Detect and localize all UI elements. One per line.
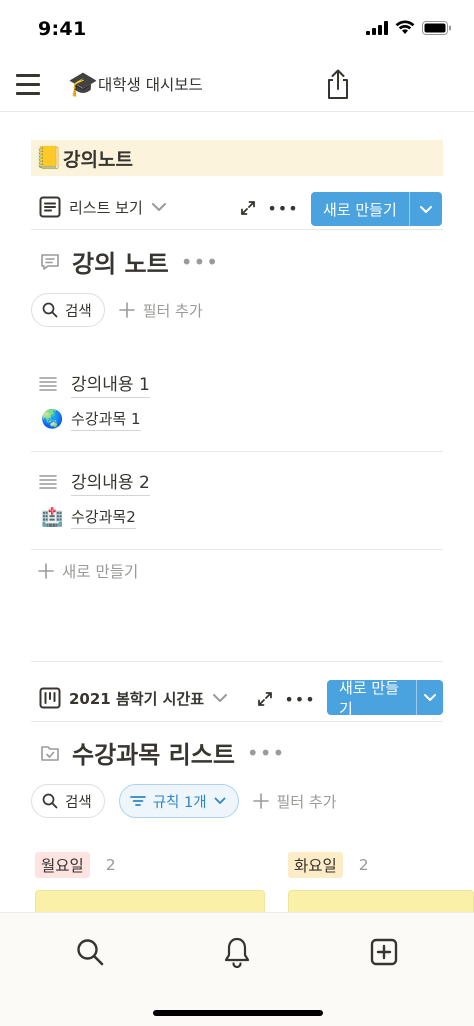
db1-search-pill[interactable]: 검색 — [31, 293, 105, 327]
list-item-title: 강의내용 1 — [39, 370, 150, 398]
status-icons — [366, 20, 452, 35]
chevron-down-icon — [214, 797, 225, 804]
status-time: 9:41 — [38, 18, 87, 40]
search-icon — [42, 793, 58, 809]
db1-toolbar: 리스트 보기 ••• 새로 만들기 — [31, 186, 443, 230]
list-item-property-text: 수강과목 1 — [71, 408, 141, 431]
column-tag: 월요일 — [35, 852, 90, 878]
search-icon — [42, 302, 58, 318]
list-item[interactable]: 강의내용 1 🌏 수강과목 1 — [31, 352, 443, 452]
board-column-tuesday: 화요일 2 — [288, 852, 474, 950]
list-view-icon — [39, 196, 61, 218]
db1-view-label: 리스트 보기 — [69, 198, 143, 217]
menu-icon[interactable] — [16, 72, 42, 96]
checkbox-folder-icon — [41, 745, 59, 761]
db2-toolbar-more-icon[interactable]: ••• — [284, 687, 314, 711]
list-item-property-text: 수강과목2 — [71, 506, 136, 529]
chevron-down-icon[interactable] — [417, 680, 443, 715]
section-divider — [31, 661, 443, 662]
db1-more-icon[interactable]: ••• — [181, 250, 219, 274]
chevron-down-icon — [151, 203, 166, 211]
battery-icon — [422, 20, 451, 35]
chevron-down-icon — [213, 694, 227, 702]
filter-lines-icon — [129, 796, 146, 806]
db2-title-row: 수강과목 리스트 ••• — [40, 735, 285, 770]
comment-icon — [41, 253, 59, 270]
db1-add-filter-label: 필터 추가 — [142, 301, 203, 320]
db2-add-filter-label: 필터 추가 — [276, 792, 337, 811]
bottom-tab-bar — [0, 912, 474, 1026]
db1-new-label: 새로 만들기 — [311, 192, 410, 226]
share-icon[interactable] — [324, 68, 352, 100]
plus-icon — [38, 563, 54, 579]
banner-title: 강의노트 — [63, 148, 133, 171]
db1-toolbar-more-icon[interactable]: ••• — [267, 196, 297, 220]
wifi-icon — [395, 20, 415, 34]
db2-rule-pill[interactable]: 규칙 1개 — [118, 784, 239, 818]
list-item[interactable]: 강의내용 2 🏥 수강과목2 — [31, 452, 443, 550]
db2-toolbar: 2021 봄학기 시간표 ••• 새로 만들기 — [31, 676, 443, 722]
list-item-property: 🌏 수강과목 1 — [41, 408, 141, 431]
db2-new-label: 새로 만들기 — [327, 680, 417, 715]
db2-search-pill[interactable]: 검색 — [31, 784, 105, 818]
column-tag: 화요일 — [288, 852, 343, 878]
top-nav: 🎓 대학생 대시보드 — [0, 58, 474, 112]
board-column-header: 화요일 2 — [288, 852, 369, 878]
db1-add-row[interactable]: 새로 만들기 — [38, 560, 138, 582]
db1-add-row-label: 새로 만들기 — [62, 563, 139, 581]
plus-icon — [118, 302, 135, 318]
list-item-title-text: 강의내용 1 — [71, 370, 150, 398]
list-item-title: 강의내용 2 — [39, 468, 150, 496]
db2-rule-label: 규칙 1개 — [152, 794, 207, 811]
db1-search-label: 검색 — [65, 303, 92, 320]
db1-title-row: 강의 노트 ••• — [40, 244, 219, 279]
db2-more-icon[interactable]: ••• — [247, 741, 285, 765]
list-item-property: 🏥 수강과목2 — [41, 506, 136, 529]
bell-icon[interactable] — [220, 935, 254, 969]
page-title: 대학생 대시보드 — [98, 76, 203, 94]
column-count: 2 — [105, 856, 116, 874]
db2-title: 수강과목 리스트 — [72, 741, 235, 769]
home-indicator — [153, 1010, 323, 1016]
board-column-monday: 월요일 2 — [35, 852, 265, 950]
notebook-emoji: 📒 — [35, 145, 63, 171]
db1-view-select[interactable]: 리스트 보기 — [39, 196, 167, 218]
plus-icon — [252, 793, 269, 809]
page-emoji: 🎓 — [68, 70, 98, 98]
db2-view-label: 2021 봄학기 시간표 — [69, 689, 204, 708]
db2-filter-row: 검색 규칙 1개 필터 추가 — [31, 784, 337, 818]
column-count: 2 — [358, 856, 369, 874]
hospital-emoji: 🏥 — [41, 507, 64, 528]
db1-filter-row: 검색 필터 추가 — [31, 293, 203, 327]
board-view-icon — [39, 687, 61, 709]
board-column-header: 월요일 2 — [35, 852, 116, 878]
page-breadcrumb[interactable]: 🎓 대학생 대시보드 — [68, 70, 203, 98]
globe-emoji: 🌏 — [41, 409, 64, 430]
db2-new-button[interactable]: 새로 만들기 — [327, 680, 443, 715]
expand-icon[interactable] — [236, 196, 260, 220]
add-page-icon[interactable] — [367, 935, 401, 969]
expand-icon[interactable] — [253, 687, 277, 711]
db1-add-filter[interactable]: 필터 추가 — [118, 300, 203, 321]
text-page-icon — [39, 475, 57, 489]
section-banner: 📒 강의노트 — [31, 140, 443, 176]
list-item-title-text: 강의내용 2 — [71, 468, 150, 496]
db1-new-button[interactable]: 새로 만들기 — [311, 192, 442, 226]
db1-title: 강의 노트 — [72, 250, 169, 278]
signal-icon — [366, 20, 388, 35]
status-bar: 9:41 — [0, 0, 474, 58]
db2-search-label: 검색 — [65, 794, 92, 811]
db2-view-select[interactable]: 2021 봄학기 시간표 — [39, 687, 228, 709]
text-page-icon — [39, 377, 57, 391]
search-icon[interactable] — [73, 935, 107, 969]
chevron-down-icon[interactable] — [410, 192, 442, 226]
db2-add-filter[interactable]: 필터 추가 — [252, 791, 337, 812]
